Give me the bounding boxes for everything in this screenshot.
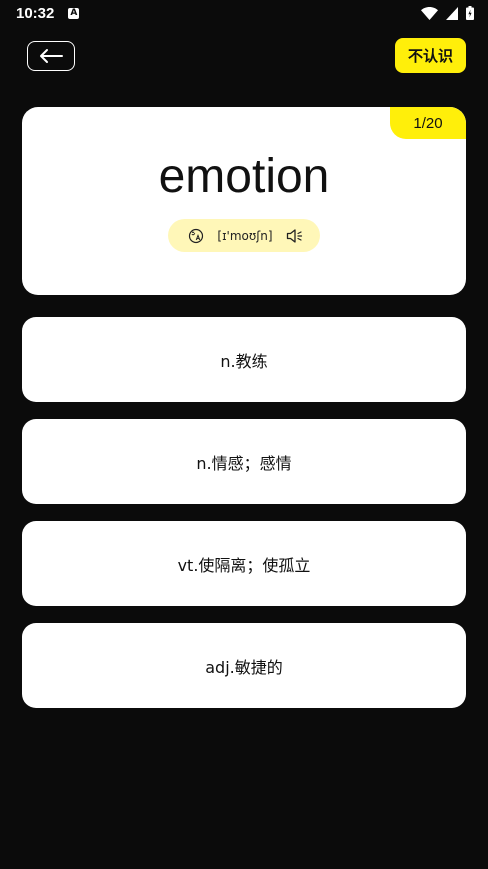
screen: 10:32 A 不认识 1/20 emotion [ɪ'moʊʃn] n.教练 … [0, 0, 488, 869]
battery-icon [466, 6, 474, 20]
word-card: 1/20 emotion [ɪ'moʊʃn] [22, 107, 466, 295]
status-left: 10:32 A [16, 4, 80, 22]
option-card[interactable]: vt.使隔离；使孤立 [22, 521, 466, 606]
translate-icon[interactable] [188, 228, 204, 244]
word-text: emotion [158, 150, 330, 203]
status-bar: 10:32 A [0, 0, 488, 26]
arrow-left-icon [40, 49, 63, 63]
phonetic-pill[interactable]: [ɪ'moʊʃn] [168, 219, 320, 252]
progress-badge: 1/20 [390, 107, 466, 139]
signal-icon [446, 6, 458, 20]
unknown-button[interactable]: 不认识 [395, 38, 466, 73]
phonetic-text: [ɪ'moʊʃn] [217, 228, 273, 243]
option-card[interactable]: n.教练 [22, 317, 466, 402]
option-card[interactable]: n.情感；感情 [22, 419, 466, 504]
status-time: 10:32 [16, 4, 55, 22]
wifi-icon [421, 6, 438, 20]
option-card[interactable]: adj.敏捷的 [22, 623, 466, 708]
speaker-icon[interactable] [286, 228, 304, 244]
status-right [421, 6, 474, 20]
back-button[interactable] [27, 41, 75, 71]
notification-a-icon: A [68, 7, 80, 19]
